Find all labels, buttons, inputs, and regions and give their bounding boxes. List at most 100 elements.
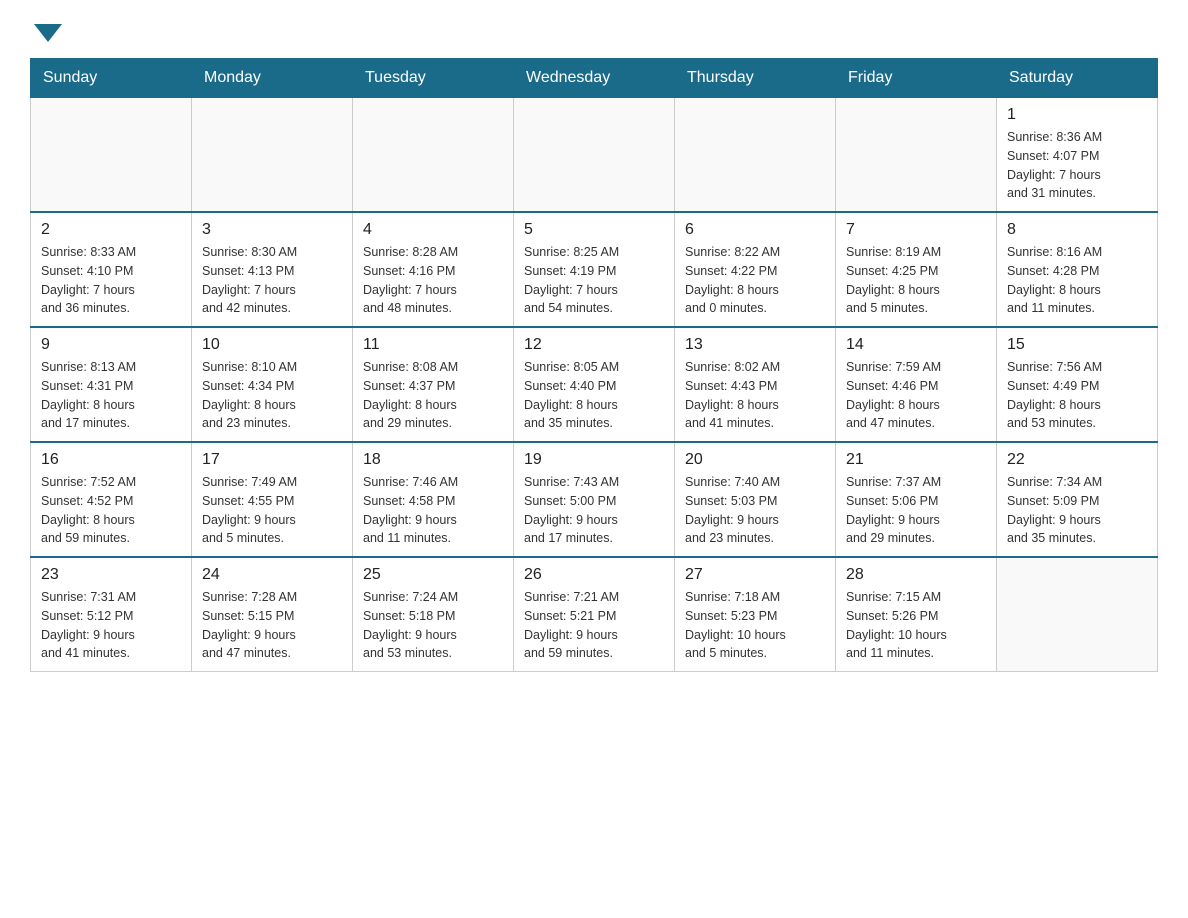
day-info: Sunrise: 7:28 AM Sunset: 5:15 PM Dayligh… <box>202 588 342 663</box>
day-number: 4 <box>363 221 503 239</box>
day-info: Sunrise: 7:56 AM Sunset: 4:49 PM Dayligh… <box>1007 358 1147 433</box>
calendar-cell <box>836 98 997 213</box>
day-info: Sunrise: 7:52 AM Sunset: 4:52 PM Dayligh… <box>41 473 181 548</box>
day-number: 9 <box>41 336 181 354</box>
calendar-cell: 1 Sunrise: 8:36 AM Sunset: 4:07 PM Daylig… <box>997 98 1158 213</box>
day-info: Sunrise: 7:37 AM Sunset: 5:06 PM Dayligh… <box>846 473 986 548</box>
day-info: Sunrise: 8:19 AM Sunset: 4:25 PM Dayligh… <box>846 243 986 318</box>
calendar-cell: 2 Sunrise: 8:33 AM Sunset: 4:10 PM Daylig… <box>31 212 192 327</box>
calendar-cell: 5Sunrise: 8:25 AM Sunset: 4:19 PM Daylig… <box>514 212 675 327</box>
calendar-cell <box>514 98 675 213</box>
day-number: 16 <box>41 451 181 469</box>
calendar-cell <box>997 557 1158 672</box>
day-info: Sunrise: 8:08 AM Sunset: 4:37 PM Dayligh… <box>363 358 503 433</box>
logo-arrow-icon <box>34 24 62 42</box>
day-info: Sunrise: 7:18 AM Sunset: 5:23 PM Dayligh… <box>685 588 825 663</box>
day-header-wednesday: Wednesday <box>514 59 675 98</box>
calendar-cell: 18 Sunrise: 7:46 AM Sunset: 4:58 PM Dayli… <box>353 442 514 557</box>
calendar-cell: 20 Sunrise: 7:40 AM Sunset: 5:03 PM Dayli… <box>675 442 836 557</box>
day-header-monday: Monday <box>192 59 353 98</box>
day-info: Sunrise: 8:30 AM Sunset: 4:13 PM Dayligh… <box>202 243 342 318</box>
day-number: 24 <box>202 566 342 584</box>
calendar-week-row: 2 Sunrise: 8:33 AM Sunset: 4:10 PM Daylig… <box>31 212 1158 327</box>
day-info: Sunrise: 8:16 AM Sunset: 4:28 PM Dayligh… <box>1007 243 1147 318</box>
day-header-friday: Friday <box>836 59 997 98</box>
calendar-cell: 8Sunrise: 8:16 AM Sunset: 4:28 PM Daylig… <box>997 212 1158 327</box>
day-info: Sunrise: 7:31 AM Sunset: 5:12 PM Dayligh… <box>41 588 181 663</box>
day-number: 14 <box>846 336 986 354</box>
day-info: Sunrise: 8:10 AM Sunset: 4:34 PM Dayligh… <box>202 358 342 433</box>
calendar-cell <box>353 98 514 213</box>
day-info: Sunrise: 7:59 AM Sunset: 4:46 PM Dayligh… <box>846 358 986 433</box>
calendar-cell: 15 Sunrise: 7:56 AM Sunset: 4:49 PM Dayli… <box>997 327 1158 442</box>
calendar-cell: 16 Sunrise: 7:52 AM Sunset: 4:52 PM Dayli… <box>31 442 192 557</box>
calendar-table: SundayMondayTuesdayWednesdayThursdayFrid… <box>30 58 1158 672</box>
day-number: 27 <box>685 566 825 584</box>
day-number: 28 <box>846 566 986 584</box>
day-info: Sunrise: 7:46 AM Sunset: 4:58 PM Dayligh… <box>363 473 503 548</box>
day-number: 11 <box>363 336 503 354</box>
logo-top <box>30 20 62 42</box>
calendar-week-row: 1 Sunrise: 8:36 AM Sunset: 4:07 PM Daylig… <box>31 98 1158 213</box>
calendar-cell: 10Sunrise: 8:10 AM Sunset: 4:34 PM Dayli… <box>192 327 353 442</box>
calendar-cell: 4 Sunrise: 8:28 AM Sunset: 4:16 PM Daylig… <box>353 212 514 327</box>
day-info: Sunrise: 7:21 AM Sunset: 5:21 PM Dayligh… <box>524 588 664 663</box>
calendar-cell: 27 Sunrise: 7:18 AM Sunset: 5:23 PM Dayli… <box>675 557 836 672</box>
calendar-week-row: 23 Sunrise: 7:31 AM Sunset: 5:12 PM Dayli… <box>31 557 1158 672</box>
calendar-cell: 6 Sunrise: 8:22 AM Sunset: 4:22 PM Daylig… <box>675 212 836 327</box>
day-info: Sunrise: 7:34 AM Sunset: 5:09 PM Dayligh… <box>1007 473 1147 548</box>
day-info: Sunrise: 8:36 AM Sunset: 4:07 PM Dayligh… <box>1007 128 1147 203</box>
day-number: 15 <box>1007 336 1147 354</box>
calendar-cell: 13Sunrise: 8:02 AM Sunset: 4:43 PM Dayli… <box>675 327 836 442</box>
calendar-cell: 21 Sunrise: 7:37 AM Sunset: 5:06 PM Dayli… <box>836 442 997 557</box>
day-info: Sunrise: 7:24 AM Sunset: 5:18 PM Dayligh… <box>363 588 503 663</box>
calendar-cell: 26 Sunrise: 7:21 AM Sunset: 5:21 PM Dayli… <box>514 557 675 672</box>
day-header-tuesday: Tuesday <box>353 59 514 98</box>
day-number: 7 <box>846 221 986 239</box>
calendar-cell <box>192 98 353 213</box>
calendar-week-row: 9 Sunrise: 8:13 AM Sunset: 4:31 PM Daylig… <box>31 327 1158 442</box>
calendar-cell <box>31 98 192 213</box>
day-number: 18 <box>363 451 503 469</box>
calendar-header-row: SundayMondayTuesdayWednesdayThursdayFrid… <box>31 59 1158 98</box>
calendar-cell <box>675 98 836 213</box>
day-number: 19 <box>524 451 664 469</box>
calendar-cell: 24 Sunrise: 7:28 AM Sunset: 5:15 PM Dayli… <box>192 557 353 672</box>
calendar-cell: 23 Sunrise: 7:31 AM Sunset: 5:12 PM Dayli… <box>31 557 192 672</box>
calendar-cell: 9 Sunrise: 8:13 AM Sunset: 4:31 PM Daylig… <box>31 327 192 442</box>
day-info: Sunrise: 8:25 AM Sunset: 4:19 PM Dayligh… <box>524 243 664 318</box>
day-info: Sunrise: 7:15 AM Sunset: 5:26 PM Dayligh… <box>846 588 986 663</box>
day-number: 6 <box>685 221 825 239</box>
day-header-thursday: Thursday <box>675 59 836 98</box>
day-info: Sunrise: 8:22 AM Sunset: 4:22 PM Dayligh… <box>685 243 825 318</box>
day-info: Sunrise: 7:40 AM Sunset: 5:03 PM Dayligh… <box>685 473 825 548</box>
calendar-cell: 12Sunrise: 8:05 AM Sunset: 4:40 PM Dayli… <box>514 327 675 442</box>
day-number: 25 <box>363 566 503 584</box>
day-number: 22 <box>1007 451 1147 469</box>
day-header-saturday: Saturday <box>997 59 1158 98</box>
calendar-cell: 28 Sunrise: 7:15 AM Sunset: 5:26 PM Dayli… <box>836 557 997 672</box>
day-info: Sunrise: 8:02 AM Sunset: 4:43 PM Dayligh… <box>685 358 825 433</box>
day-number: 1 <box>1007 106 1147 124</box>
calendar-cell: 22 Sunrise: 7:34 AM Sunset: 5:09 PM Dayli… <box>997 442 1158 557</box>
day-header-sunday: Sunday <box>31 59 192 98</box>
day-number: 20 <box>685 451 825 469</box>
calendar-cell: 17Sunrise: 7:49 AM Sunset: 4:55 PM Dayli… <box>192 442 353 557</box>
logo <box>30 20 62 38</box>
day-number: 3 <box>202 221 342 239</box>
calendar-cell: 7 Sunrise: 8:19 AM Sunset: 4:25 PM Daylig… <box>836 212 997 327</box>
calendar-cell: 19 Sunrise: 7:43 AM Sunset: 5:00 PM Dayli… <box>514 442 675 557</box>
calendar-cell: 14 Sunrise: 7:59 AM Sunset: 4:46 PM Dayli… <box>836 327 997 442</box>
day-info: Sunrise: 7:43 AM Sunset: 5:00 PM Dayligh… <box>524 473 664 548</box>
day-number: 21 <box>846 451 986 469</box>
day-info: Sunrise: 7:49 AM Sunset: 4:55 PM Dayligh… <box>202 473 342 548</box>
day-number: 26 <box>524 566 664 584</box>
day-info: Sunrise: 8:05 AM Sunset: 4:40 PM Dayligh… <box>524 358 664 433</box>
day-info: Sunrise: 8:13 AM Sunset: 4:31 PM Dayligh… <box>41 358 181 433</box>
day-number: 23 <box>41 566 181 584</box>
calendar-cell: 11 Sunrise: 8:08 AM Sunset: 4:37 PM Dayli… <box>353 327 514 442</box>
day-number: 2 <box>41 221 181 239</box>
day-info: Sunrise: 8:28 AM Sunset: 4:16 PM Dayligh… <box>363 243 503 318</box>
day-info: Sunrise: 8:33 AM Sunset: 4:10 PM Dayligh… <box>41 243 181 318</box>
page-header <box>30 20 1158 38</box>
